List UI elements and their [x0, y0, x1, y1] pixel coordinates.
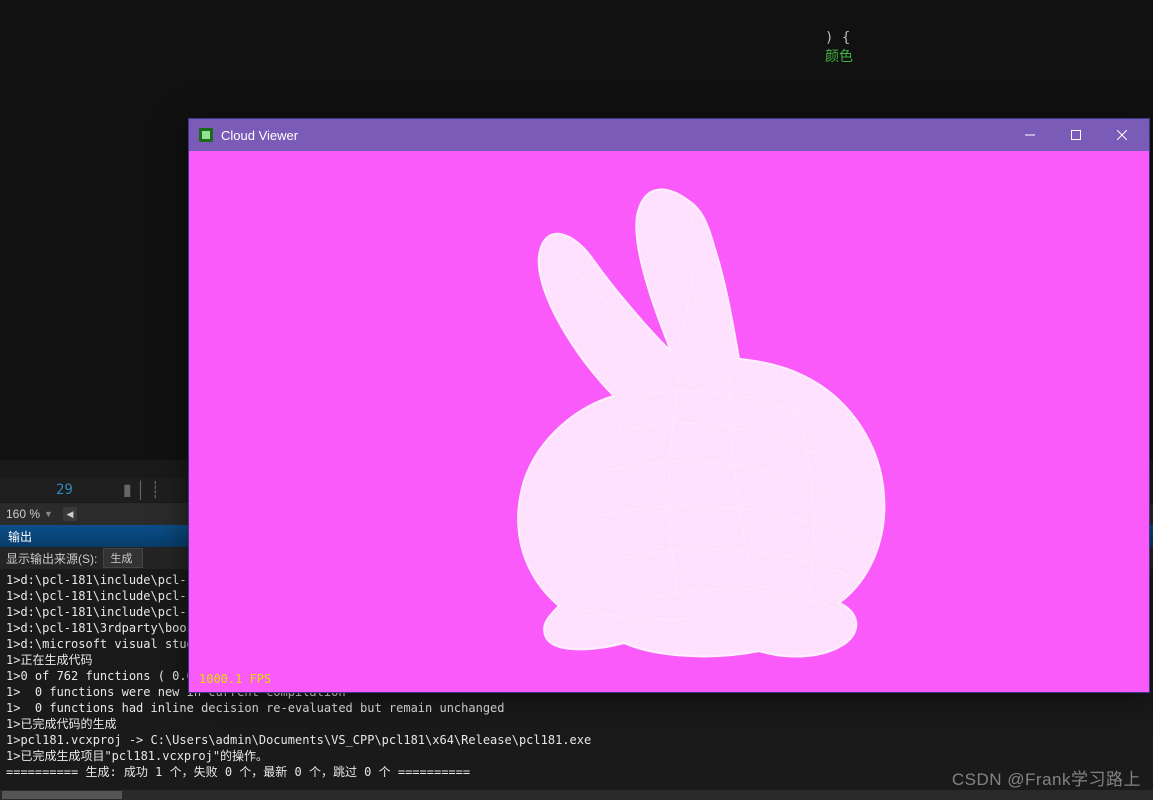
code-text: ) { — [825, 30, 850, 46]
line-number: 29 — [56, 482, 73, 498]
zoom-level[interactable]: 160 % — [6, 507, 40, 521]
cloud-viewer-window[interactable]: Cloud Viewer — [188, 118, 1150, 693]
minimize-button[interactable] — [1007, 119, 1053, 151]
output-source-combo[interactable]: 生成 — [103, 548, 143, 568]
window-title: Cloud Viewer — [221, 128, 298, 143]
scrollbar-thumb[interactable] — [2, 791, 122, 799]
output-source-value: 生成 — [110, 553, 132, 565]
horizontal-scrollbar[interactable] — [0, 790, 1153, 800]
scroll-left-button[interactable]: ◀ — [63, 507, 77, 521]
fps-counter: 1000.1 FPS — [199, 672, 271, 686]
maximize-button[interactable] — [1053, 119, 1099, 151]
zoom-dropdown-icon[interactable]: ▼ — [44, 509, 53, 519]
watermark-text: CSDN @Frank学习路上 — [952, 765, 1141, 790]
gutter-marks: ▮ │ ┊ — [123, 480, 160, 500]
output-panel-title: 输出 — [8, 530, 32, 544]
app-icon — [199, 128, 213, 142]
window-titlebar[interactable]: Cloud Viewer — [189, 119, 1149, 151]
point-cloud-viewport[interactable]: 1000.1 FPS — [189, 151, 1149, 692]
output-source-label: 显示输出来源(S): — [6, 550, 97, 567]
code-fragment: ) { 颜色 — [825, 30, 853, 66]
bunny-point-cloud — [389, 161, 949, 661]
close-button[interactable] — [1099, 119, 1145, 151]
code-comment: 颜色 — [825, 49, 853, 65]
